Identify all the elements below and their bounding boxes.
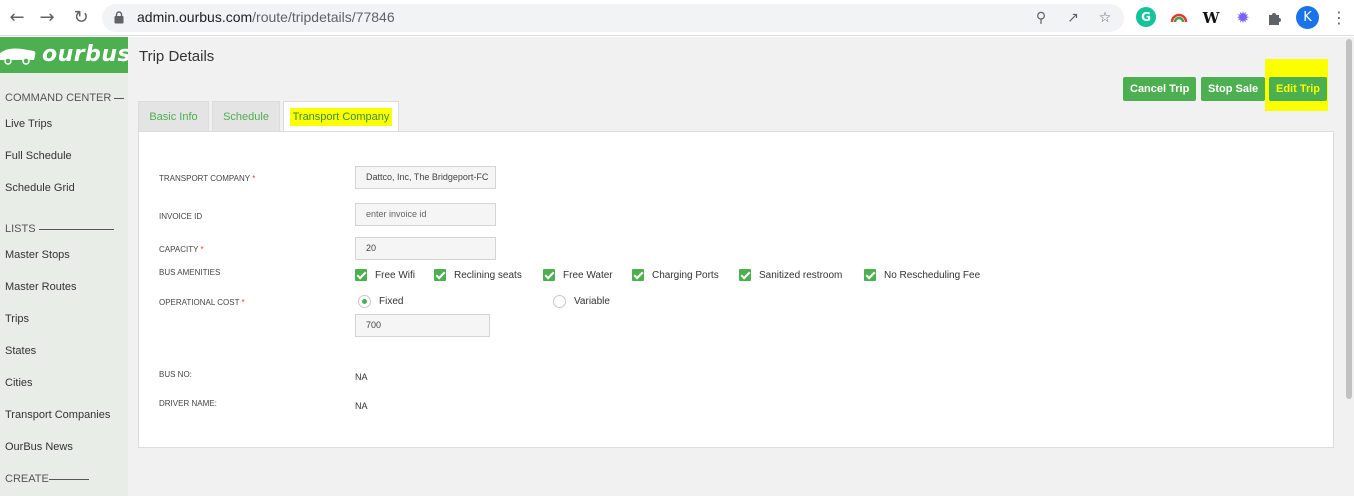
amenity-free-wifi[interactable]: Free Wifi bbox=[355, 269, 415, 283]
reload-icon[interactable]: ↻ bbox=[70, 7, 92, 29]
sidebar-item-master-routes[interactable]: Master Routes bbox=[5, 281, 77, 293]
sidebar-item-states[interactable]: States bbox=[5, 345, 36, 357]
amenity-charging-ports[interactable]: Charging Ports bbox=[632, 269, 719, 283]
radio-unselected-icon bbox=[553, 295, 566, 308]
operational-cost-input[interactable]: 700 bbox=[355, 314, 490, 337]
puzzle-icon[interactable] bbox=[1263, 7, 1285, 29]
wikipedia-icon[interactable]: W bbox=[1200, 7, 1222, 29]
sidebar-item-schedule-grid[interactable]: Schedule Grid bbox=[5, 182, 75, 194]
forward-icon[interactable]: → bbox=[36, 7, 58, 29]
tab-schedule[interactable]: Schedule bbox=[212, 101, 280, 131]
transport-company-panel: TRANSPORT COMPANY * Dattco, Inc, The Bri… bbox=[138, 131, 1334, 448]
amenity-no-rescheduling-fee[interactable]: No Rescheduling Fee bbox=[864, 269, 980, 283]
amenity-free-water[interactable]: Free Water bbox=[543, 269, 613, 283]
sidebar-item-ourbus-news[interactable]: OurBus News bbox=[5, 441, 73, 453]
sidebar-item-transport-companies[interactable]: Transport Companies bbox=[5, 409, 110, 421]
bus-no-label: BUS NO: bbox=[159, 370, 192, 379]
url-text: admin.ourbus.com/route/tripdetails/77846 bbox=[137, 9, 395, 25]
page-scrollbar[interactable] bbox=[1344, 37, 1354, 496]
amenity-sanitized-restroom[interactable]: Sanitized restroom bbox=[739, 269, 842, 283]
zoom-icon[interactable]: ⚲ bbox=[1032, 9, 1050, 27]
profile-avatar[interactable]: K bbox=[1296, 6, 1319, 29]
bus-icon bbox=[0, 48, 36, 65]
tab-basic-info[interactable]: Basic Info bbox=[138, 101, 209, 131]
sidebar-item-cities[interactable]: Cities bbox=[5, 377, 33, 389]
browser-toolbar: ← → ↻ admin.ourbus.com/route/tripdetails… bbox=[0, 0, 1354, 36]
checkbox-checked-icon bbox=[434, 269, 446, 281]
edit-trip-button[interactable]: Edit Trip bbox=[1269, 77, 1327, 101]
checkbox-checked-icon bbox=[543, 269, 555, 281]
logo-text: ourbus bbox=[42, 42, 132, 67]
sidebar-item-master-stops[interactable]: Master Stops bbox=[5, 249, 70, 261]
menu-dots-icon[interactable]: ⋮ bbox=[1328, 7, 1350, 29]
page-title: Trip Details bbox=[139, 48, 215, 65]
address-bar[interactable]: admin.ourbus.com/route/tripdetails/77846… bbox=[102, 4, 1124, 32]
back-icon[interactable]: ← bbox=[6, 7, 28, 29]
cancel-trip-button[interactable]: Cancel Trip bbox=[1123, 77, 1197, 101]
sidebar-item-live-trips[interactable]: Live Trips bbox=[5, 118, 52, 130]
sidebar-item-trips[interactable]: Trips bbox=[5, 313, 29, 325]
cost-type-fixed[interactable]: Fixed bbox=[358, 295, 403, 308]
sidebar-item-full-schedule[interactable]: Full Schedule bbox=[5, 150, 72, 162]
rainbow-extension-icon[interactable] bbox=[1168, 7, 1190, 29]
lock-icon bbox=[114, 11, 124, 24]
invoice-id-label: INVOICE ID bbox=[159, 212, 203, 221]
checkbox-checked-icon bbox=[739, 269, 751, 281]
tab-transport-company[interactable]: Transport Company bbox=[283, 101, 399, 132]
invoice-id-input[interactable]: enter invoice id bbox=[355, 203, 496, 226]
bus-no-value: NA bbox=[355, 372, 368, 382]
section-lists: LISTS bbox=[5, 223, 114, 235]
checkbox-checked-icon bbox=[632, 269, 644, 281]
logo[interactable]: ourbus bbox=[0, 37, 132, 73]
radio-selected-icon bbox=[358, 295, 371, 308]
sidebar: ourbus COMMAND CENTER Live Trips Full Sc… bbox=[0, 37, 132, 496]
main-content: Trip Details Cancel Trip Stop Sale Edit … bbox=[128, 37, 1354, 496]
bus-amenities-label: BUS AMENITIES bbox=[159, 268, 221, 277]
capacity-label: CAPACITY * bbox=[159, 245, 204, 254]
amenity-reclining-seats[interactable]: Reclining seats bbox=[434, 269, 522, 283]
section-create: CREATE bbox=[5, 473, 89, 485]
driver-name-value: NA bbox=[355, 401, 368, 411]
capacity-input[interactable]: 20 bbox=[355, 237, 496, 260]
scrollbar-thumb[interactable] bbox=[1346, 39, 1352, 399]
stop-sale-button[interactable]: Stop Sale bbox=[1201, 77, 1266, 101]
checkbox-checked-icon bbox=[864, 269, 876, 281]
gear-extension-icon[interactable]: ✹ bbox=[1232, 7, 1254, 29]
cost-type-variable[interactable]: Variable bbox=[553, 295, 610, 308]
transport-company-label: TRANSPORT COMPANY * bbox=[159, 174, 256, 183]
star-icon[interactable]: ☆ bbox=[1096, 9, 1114, 27]
checkbox-checked-icon bbox=[355, 269, 367, 281]
transport-company-select[interactable]: Dattco, Inc, The Bridgeport-FC bbox=[355, 166, 496, 189]
grammarly-icon[interactable]: G bbox=[1136, 7, 1156, 27]
operational-cost-label: OPERATIONAL COST * bbox=[159, 298, 245, 307]
section-command-center: COMMAND CENTER bbox=[5, 92, 125, 104]
driver-name-label: DRIVER NAME: bbox=[159, 399, 217, 408]
share-icon[interactable]: ↗ bbox=[1064, 9, 1082, 27]
